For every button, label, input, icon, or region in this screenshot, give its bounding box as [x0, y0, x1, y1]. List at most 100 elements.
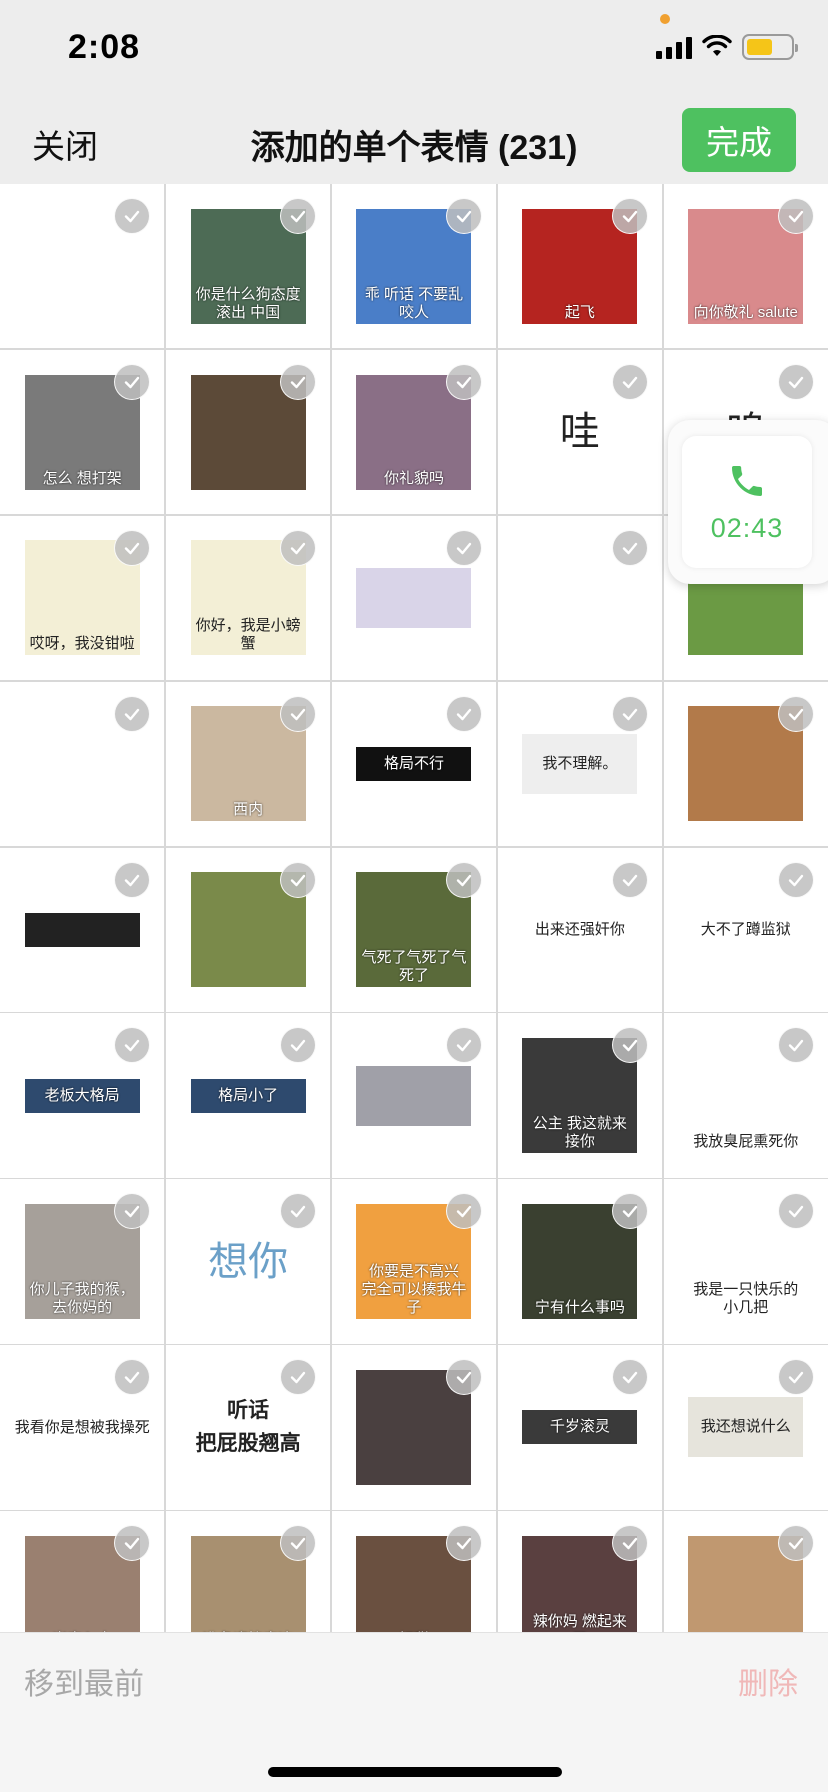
recording-indicator-dot: [660, 14, 670, 24]
sticker-cell[interactable]: 我还想说什么: [663, 1345, 828, 1510]
sticker-cell[interactable]: 大不了蹲监狱: [663, 847, 828, 1012]
sticker-caption: 宁有什么事吗: [534, 1299, 625, 1317]
select-checkbox[interactable]: [777, 1193, 814, 1230]
sticker-cell[interactable]: 你要是不高兴 完全可以揍我牛子: [331, 1179, 497, 1344]
select-checkbox[interactable]: [446, 861, 483, 898]
sticker-cell[interactable]: 公主 我这就来接你: [497, 1013, 663, 1178]
sticker-cell[interactable]: 气死了气死了气死了: [331, 847, 497, 1012]
select-checkbox[interactable]: [114, 529, 151, 566]
select-checkbox[interactable]: [777, 198, 814, 234]
sticker-cell[interactable]: 西内: [165, 681, 331, 847]
sticker-cell[interactable]: 辣你妈 燃起来了: [497, 1511, 663, 1632]
sticker-cell[interactable]: 向你敬礼 salute: [663, 184, 828, 349]
sticker-cell[interactable]: [663, 681, 828, 847]
sticker-cell[interactable]: 出来还强奸你: [497, 847, 663, 1012]
select-checkbox[interactable]: [114, 198, 151, 234]
select-checkbox[interactable]: [114, 1525, 151, 1562]
select-checkbox[interactable]: [114, 363, 151, 400]
sticker-cell[interactable]: 你礼貌吗: [331, 349, 497, 515]
sticker-cell[interactable]: 我放臭屁熏死你: [663, 1013, 828, 1178]
select-checkbox[interactable]: [446, 1525, 483, 1562]
sticker-cell[interactable]: [663, 1511, 828, 1632]
select-checkbox[interactable]: [777, 1359, 814, 1396]
select-checkbox[interactable]: [612, 1193, 649, 1230]
sticker-cell[interactable]: [0, 681, 165, 847]
select-checkbox[interactable]: [777, 695, 814, 732]
select-checkbox[interactable]: [612, 363, 649, 400]
select-checkbox[interactable]: [114, 861, 151, 898]
select-checkbox[interactable]: [114, 695, 151, 732]
sticker-cell[interactable]: 听话 把屁股翘高: [165, 1345, 331, 1510]
sticker-cell[interactable]: 你好，我是小螃蟹: [165, 515, 331, 681]
move-to-front-button[interactable]: 移到最前: [24, 1659, 144, 1703]
select-checkbox[interactable]: [280, 363, 317, 400]
sticker-thumbnail: [356, 567, 472, 628]
done-button[interactable]: 完成: [682, 108, 796, 172]
sticker-cell[interactable]: 你儿子我的猴，去你妈的: [0, 1179, 165, 1344]
select-checkbox[interactable]: [114, 1027, 151, 1064]
select-checkbox[interactable]: [280, 529, 317, 566]
sticker-cell[interactable]: 我不理解。: [497, 681, 663, 847]
sticker-cell[interactable]: 起飞: [497, 184, 663, 349]
select-checkbox[interactable]: [114, 1193, 151, 1230]
sticker-cell[interactable]: 哎呀，我没钳啦: [0, 515, 165, 681]
select-checkbox[interactable]: [280, 1193, 317, 1230]
sticker-cell[interactable]: 准备迎接奇迹: [165, 1511, 331, 1632]
sticker-cell[interactable]: [331, 515, 497, 681]
sticker-cell[interactable]: [165, 847, 331, 1012]
checkmark-icon: [291, 1206, 306, 1218]
sticker-cell[interactable]: [0, 847, 165, 1012]
sticker-cell[interactable]: [165, 349, 331, 515]
delete-button[interactable]: 删除: [738, 1659, 798, 1703]
sticker-cell[interactable]: 格局小了: [165, 1013, 331, 1178]
select-checkbox[interactable]: [280, 695, 317, 732]
select-checkbox[interactable]: [777, 1027, 814, 1064]
sticker-cell[interactable]: 千岁滚灵: [497, 1345, 663, 1510]
sticker-thumbnail: 我还想说什么: [688, 1397, 804, 1458]
sticker-cell[interactable]: 想你: [165, 1179, 331, 1344]
select-checkbox[interactable]: [446, 1193, 483, 1230]
sticker-cell[interactable]: [331, 1345, 497, 1510]
select-checkbox[interactable]: [446, 363, 483, 400]
sticker-cell[interactable]: [0, 184, 165, 349]
sticker-cell[interactable]: [497, 515, 663, 681]
checkmark-icon: [291, 376, 306, 389]
sticker-cell[interactable]: 你是什么狗态度 滚出 中国: [165, 184, 331, 349]
select-checkbox[interactable]: [612, 695, 649, 732]
sticker-cell[interactable]: 好甜: [331, 1511, 497, 1632]
select-checkbox[interactable]: [612, 861, 649, 898]
sticker-cell[interactable]: [331, 1013, 497, 1178]
call-card[interactable]: 02:43: [682, 436, 812, 568]
sticker-cell[interactable]: 怎么 想打架: [0, 349, 165, 515]
select-checkbox[interactable]: [280, 861, 317, 898]
select-checkbox[interactable]: [446, 529, 483, 566]
select-checkbox[interactable]: [612, 1525, 649, 1562]
sticker-cell[interactable]: 格局不行: [331, 681, 497, 847]
select-checkbox[interactable]: [280, 1027, 317, 1064]
sticker-cell[interactable]: 我看你是想被我操死: [0, 1345, 165, 1510]
sticker-cell[interactable]: 老板大格局: [0, 1013, 165, 1178]
select-checkbox[interactable]: [446, 1027, 483, 1064]
sticker-cell[interactable]: 米奇入土: [0, 1511, 165, 1632]
select-checkbox[interactable]: [777, 363, 814, 400]
sticker-cell[interactable]: 哇: [497, 349, 663, 515]
select-checkbox[interactable]: [777, 861, 814, 898]
select-checkbox[interactable]: [280, 1359, 317, 1396]
sticker-caption: 大不了蹲监狱: [700, 921, 791, 939]
select-checkbox[interactable]: [612, 529, 649, 566]
select-checkbox[interactable]: [446, 198, 483, 234]
sticker-cell[interactable]: 我是一只快乐的小几把: [663, 1179, 828, 1344]
select-checkbox[interactable]: [114, 1359, 151, 1396]
floating-call-window[interactable]: 02:43: [668, 420, 828, 584]
sticker-cell[interactable]: 乖 听话 不要乱咬人: [331, 184, 497, 349]
select-checkbox[interactable]: [777, 1525, 814, 1562]
select-checkbox[interactable]: [280, 1525, 317, 1562]
select-checkbox[interactable]: [612, 198, 649, 234]
select-checkbox[interactable]: [280, 198, 317, 234]
checkmark-icon: [125, 376, 140, 389]
select-checkbox[interactable]: [612, 1359, 649, 1396]
sticker-cell[interactable]: 宁有什么事吗: [497, 1179, 663, 1344]
select-checkbox[interactable]: [446, 1359, 483, 1396]
select-checkbox[interactable]: [612, 1027, 649, 1064]
select-checkbox[interactable]: [446, 695, 483, 732]
